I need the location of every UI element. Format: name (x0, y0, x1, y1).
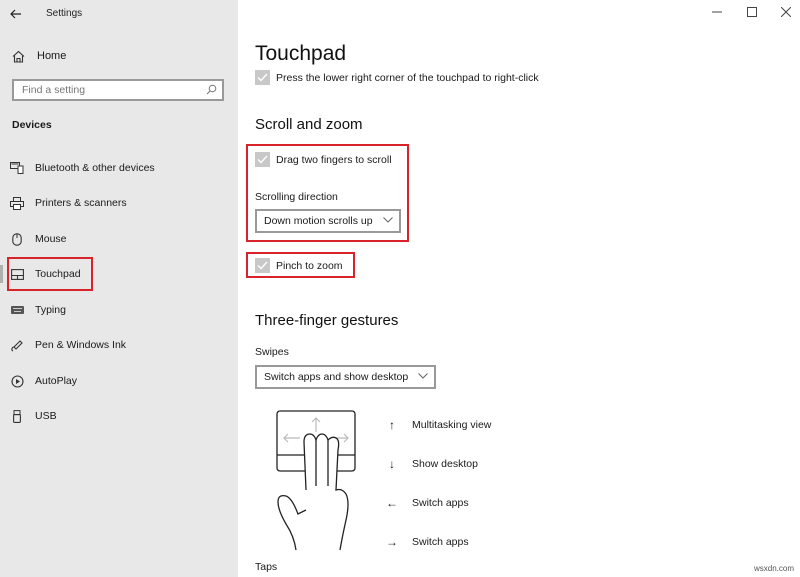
gesture-label: Switch apps (412, 497, 469, 509)
arrow-down-icon: ↓ (389, 457, 395, 471)
drag-two-fingers-checkbox[interactable]: Drag two fingers to scroll (255, 152, 392, 167)
chevron-down-icon (418, 373, 429, 379)
minimize-icon (712, 11, 722, 13)
gesture-left: ← Switch apps (386, 496, 469, 510)
three-finger-gesture-illustration (276, 410, 356, 551)
autoplay-icon (10, 374, 24, 388)
gesture-right: → Switch apps (386, 535, 469, 549)
usb-icon (10, 409, 24, 423)
sidebar-item-usb[interactable]: USB (0, 401, 238, 431)
pen-icon (10, 338, 24, 352)
mouse-icon (10, 232, 24, 246)
pinch-to-zoom-checkbox[interactable]: Pinch to zoom (255, 258, 343, 273)
gesture-label: Switch apps (412, 536, 469, 548)
arrow-left-icon: ← (386, 496, 398, 510)
back-arrow-icon (10, 9, 21, 19)
checkmark-icon (257, 73, 268, 82)
swipes-label: Swipes (255, 346, 289, 358)
sidebar-item-label: Mouse (35, 233, 67, 245)
sidebar-item-label: Typing (35, 304, 66, 316)
sidebar-item-label: Bluetooth & other devices (35, 162, 155, 174)
maximize-button[interactable] (745, 6, 759, 20)
sidebar-item-autoplay[interactable]: AutoPlay (0, 366, 238, 396)
sidebar-item-pen[interactable]: Pen & Windows Ink (0, 330, 238, 360)
checkbox-checked[interactable] (255, 152, 270, 167)
maximize-icon (747, 7, 757, 17)
touchpad-icon (10, 267, 24, 281)
keyboard-icon (10, 303, 24, 317)
chevron-down-icon (382, 217, 393, 223)
gesture-label: Show desktop (412, 458, 478, 470)
search-placeholder: Find a setting (22, 84, 86, 96)
checkbox-checked[interactable] (255, 258, 270, 273)
arrow-right-icon: → (386, 535, 398, 549)
sidebar-item-label: AutoPlay (35, 375, 78, 387)
sidebar-item-label: Printers & scanners (35, 197, 127, 209)
app-title: Settings (46, 8, 83, 19)
sidebar-item-label: Touchpad (35, 268, 81, 280)
scrolling-direction-dropdown[interactable]: Down motion scrolls up (255, 209, 401, 233)
close-button[interactable] (779, 6, 793, 20)
page-title: Touchpad (255, 42, 347, 65)
checkbox-label: Press the lower right corner of the touc… (276, 71, 539, 84)
sidebar-item-label: Pen & Windows Ink (35, 339, 127, 351)
swipes-dropdown[interactable]: Switch apps and show desktop (255, 365, 437, 389)
search-icon (206, 84, 217, 95)
home-link[interactable]: Home (12, 48, 66, 64)
sidebar-item-label: USB (35, 410, 57, 422)
checkbox-label: Pinch to zoom (276, 259, 343, 272)
section-label-devices: Devices (12, 119, 52, 131)
sidebar-item-mouse[interactable]: Mouse (0, 224, 238, 254)
right-click-checkbox[interactable]: Press the lower right corner of the touc… (255, 70, 539, 85)
checkmark-icon (257, 155, 268, 164)
watermark: wsxdn.com (753, 564, 794, 573)
dropdown-value: Down motion scrolls up (264, 215, 373, 227)
taps-label: Taps (255, 561, 278, 573)
dropdown-value: Switch apps and show desktop (264, 371, 409, 383)
back-button[interactable] (10, 6, 28, 22)
printer-icon (10, 196, 24, 210)
gesture-down: ↓ Show desktop (386, 457, 478, 471)
minimize-button[interactable] (710, 6, 724, 20)
checkbox-checked[interactable] (255, 70, 270, 85)
home-label: Home (37, 50, 67, 62)
sidebar-item-touchpad[interactable]: Touchpad (0, 259, 238, 289)
bluetooth-devices-icon (10, 161, 24, 175)
three-finger-heading: Three-finger gestures (255, 312, 399, 329)
sidebar-item-printers[interactable]: Printers & scanners (0, 188, 238, 218)
sidebar-item-typing[interactable]: Typing (0, 295, 238, 325)
gesture-up: ↑ Multitasking view (386, 418, 491, 432)
sidebar: Settings Home Find a setting Devices Blu… (0, 0, 238, 577)
arrow-up-icon: ↑ (389, 418, 395, 432)
checkmark-icon (257, 261, 268, 270)
scroll-zoom-heading: Scroll and zoom (255, 116, 363, 133)
sidebar-item-bluetooth[interactable]: Bluetooth & other devices (0, 153, 238, 183)
gesture-label: Multitasking view (412, 419, 492, 431)
scrolling-direction-label: Scrolling direction (255, 191, 338, 203)
home-icon (12, 50, 25, 63)
close-icon (780, 6, 792, 18)
checkbox-label: Drag two fingers to scroll (276, 153, 392, 166)
search-input[interactable]: Find a setting (12, 79, 224, 101)
